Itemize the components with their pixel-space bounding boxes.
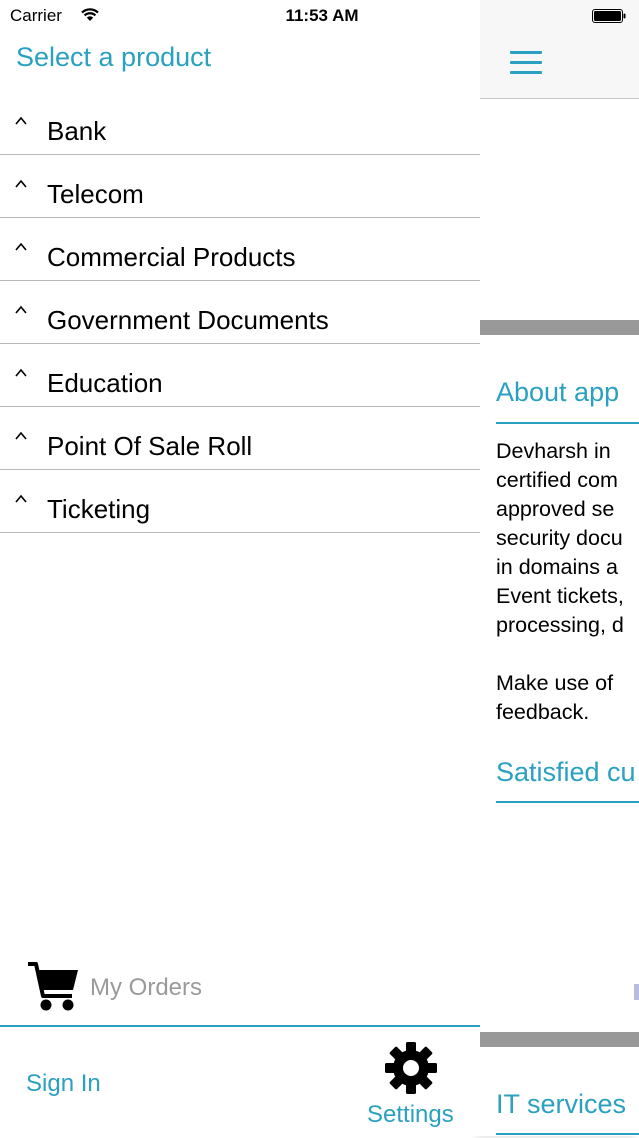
about-line: Devharsh in: [496, 439, 611, 463]
section-divider: [480, 1032, 639, 1047]
settings-label: Settings: [367, 1101, 454, 1128]
product-item-government-documents[interactable]: Government Documents: [0, 281, 480, 344]
about-app-heading: About app: [496, 377, 620, 407]
battery-icon: [592, 9, 626, 23]
my-orders-button[interactable]: My Orders: [26, 958, 326, 1016]
product-label: Commercial Products: [47, 242, 296, 272]
chevron-up-icon: [15, 368, 27, 377]
product-label: Bank: [47, 116, 107, 146]
carousel-indicator: [634, 984, 639, 1000]
status-bar: Carrier 11:53 AM: [0, 0, 639, 32]
product-label: Education: [47, 368, 163, 398]
main-panel: About app Devharsh in certified com appr…: [480, 0, 639, 1136]
satisfied-customers-heading: Satisfied cu: [496, 757, 636, 787]
about-app-text: Devharsh in certified com approved se se…: [496, 437, 639, 727]
about-line: Make use of: [496, 671, 614, 695]
sign-in-link[interactable]: Sign In: [26, 1070, 101, 1098]
about-line: processing, d: [496, 613, 624, 637]
clock: 11:53 AM: [285, 6, 359, 25]
product-item-bank[interactable]: Bank: [0, 92, 480, 155]
my-orders-label: My Orders: [90, 974, 203, 1001]
chevron-up-icon: [15, 116, 27, 125]
product-label: Government Documents: [47, 305, 329, 335]
product-label: Point Of Sale Roll: [47, 431, 253, 461]
hamburger-menu-icon[interactable]: [510, 51, 542, 77]
product-list: Bank Telecom Commercial Products Governm…: [0, 92, 480, 533]
it-services-underline: [496, 1133, 639, 1135]
product-label: Ticketing: [47, 494, 151, 524]
chevron-up-icon: [15, 242, 27, 251]
about-line: [496, 640, 639, 669]
settings-button[interactable]: Settings: [360, 1039, 470, 1134]
product-item-ticketing[interactable]: Ticketing: [0, 470, 480, 533]
about-underline: [496, 422, 639, 424]
drawer-footer: Sign In Settings: [0, 1025, 480, 1138]
chevron-up-icon: [15, 431, 27, 440]
product-item-commercial-products[interactable]: Commercial Products: [0, 218, 480, 281]
shopping-cart-icon: [28, 962, 78, 1011]
about-line: certified com: [496, 468, 618, 492]
section-divider: [480, 320, 639, 335]
about-line: security docu: [496, 526, 623, 550]
about-line: Event tickets,: [496, 584, 624, 608]
product-drawer: Select a product Bank Telecom Commercial…: [0, 0, 480, 1136]
chevron-up-icon: [15, 305, 27, 314]
gear-icon: [385, 1042, 437, 1094]
chevron-up-icon: [15, 494, 27, 503]
it-services-heading: IT services: [496, 1089, 627, 1119]
satisfied-underline: [496, 801, 639, 803]
product-item-telecom[interactable]: Telecom: [0, 155, 480, 218]
chevron-up-icon: [15, 179, 27, 188]
about-line: approved se: [496, 497, 615, 521]
about-line: in domains a: [496, 555, 618, 579]
drawer-title: Select a product: [16, 42, 212, 72]
product-item-point-of-sale-roll[interactable]: Point Of Sale Roll: [0, 407, 480, 470]
product-item-education[interactable]: Education: [0, 344, 480, 407]
about-line: feedback.: [496, 700, 590, 724]
product-label: Telecom: [47, 179, 144, 209]
